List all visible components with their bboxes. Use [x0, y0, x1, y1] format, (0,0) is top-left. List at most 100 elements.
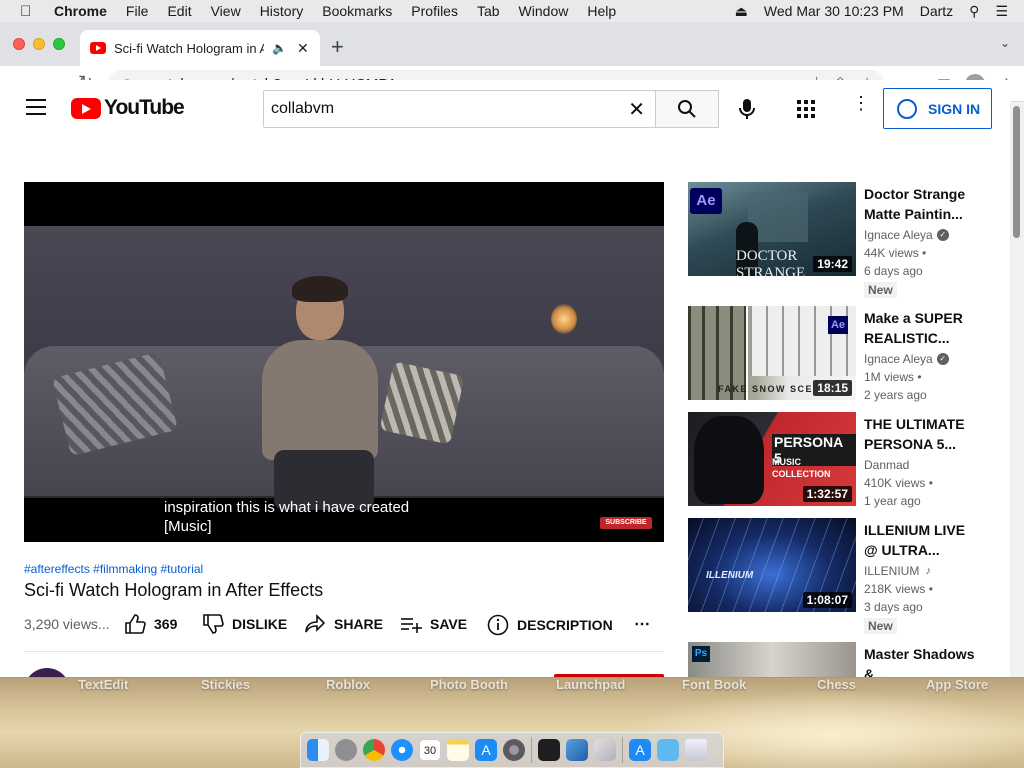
scrollbar-thumb[interactable] — [1013, 106, 1020, 238]
share-button[interactable]: SHARE — [304, 614, 383, 634]
menu-history[interactable]: History — [260, 3, 304, 19]
like-button[interactable]: 369 — [124, 614, 177, 634]
launchpad-icon[interactable] — [335, 739, 357, 761]
subscribe-watermark[interactable]: SUBSCRIBE — [600, 517, 652, 529]
subscribe-button[interactable] — [554, 674, 664, 677]
youtube-masthead: YouTube collabvm ✕ ⋮ SIGN IN — [0, 80, 1010, 136]
thumb-text: ILLENIUM — [706, 570, 754, 581]
video-thumbnail[interactable]: PERSONA 5 MUSIC COLLECTION 1:32:57 — [688, 412, 856, 506]
finder-icon[interactable] — [307, 739, 329, 761]
eject-icon[interactable]: ⏏ — [735, 3, 748, 20]
related-channel[interactable]: Ignace Aleya ✓ — [864, 228, 949, 242]
tab-search-chevron-icon[interactable]: ⌄ — [1000, 36, 1010, 50]
related-video-title[interactable]: ILLENIUM LIVE @ ULTRA... — [864, 520, 982, 560]
menu-window[interactable]: Window — [519, 3, 569, 19]
zoom-window-button[interactable] — [53, 38, 65, 50]
menu-edit[interactable]: Edit — [167, 3, 191, 19]
safari-icon[interactable] — [391, 739, 413, 761]
info-icon — [487, 614, 509, 636]
related-channel[interactable]: ILLENIUM ♪ — [864, 564, 931, 578]
calendar-icon[interactable]: 30 — [419, 739, 441, 761]
related-channel[interactable]: Ignace Aleya ✓ — [864, 352, 949, 366]
youtube-logo[interactable]: YouTube — [71, 96, 185, 120]
video-thumbnail[interactable]: Ps — [688, 642, 856, 677]
menu-app-name[interactable]: Chrome — [54, 3, 107, 19]
migration-assistant-icon[interactable] — [566, 739, 588, 761]
video-thumbnail[interactable]: ILLENIUM 1:08:07 — [688, 518, 856, 612]
related-video-title[interactable]: Master Shadows &... — [864, 644, 982, 677]
desktop-label-chess[interactable]: Chess — [817, 677, 856, 692]
related-channel[interactable]: Danmad — [864, 458, 909, 472]
related-video-item[interactable]: DOCTOR STRANGE Ae 19:42 Doctor Strange M… — [688, 182, 1008, 298]
view-count[interactable]: 3,290 views... — [24, 616, 110, 632]
voice-search-microphone-icon[interactable] — [737, 98, 757, 120]
control-center-icon[interactable]: ☰ — [995, 3, 1008, 20]
preview-icon[interactable] — [594, 739, 616, 761]
close-tab-icon[interactable]: ✕ — [297, 40, 309, 57]
search-query-text[interactable]: collabvm — [271, 100, 628, 118]
menu-user[interactable]: Dartz — [920, 3, 953, 19]
clear-search-icon[interactable]: ✕ — [628, 97, 645, 122]
channel-name[interactable]: Ignace Aleya — [864, 352, 933, 366]
related-video-title[interactable]: THE ULTIMATE PERSONA 5... — [864, 414, 982, 454]
settings-more-icon[interactable]: ⋮ — [852, 94, 870, 112]
views-text: 44K views — [864, 246, 919, 260]
menu-bookmarks[interactable]: Bookmarks — [322, 3, 392, 19]
system-preferences-icon[interactable] — [503, 739, 525, 761]
related-video-item[interactable]: FAKE SNOW SCE Ae 18:15 Make a SUPER REAL… — [688, 306, 1008, 406]
menu-profiles[interactable]: Profiles — [411, 3, 458, 19]
related-video-title[interactable]: Doctor Strange Matte Paintin... — [864, 184, 982, 224]
desktop-label-font-book[interactable]: Font Book — [682, 677, 746, 692]
search-button[interactable] — [655, 90, 719, 128]
menu-tab[interactable]: Tab — [477, 3, 500, 19]
app-store-icon[interactable]: A — [629, 739, 651, 761]
video-player[interactable]: inspiration this is what i have created … — [24, 182, 664, 542]
video-actions-row: 3,290 views... 369 DISLIKE SHARE SAVE DE… — [24, 614, 664, 638]
youtube-apps-grid-icon[interactable] — [797, 100, 815, 118]
more-actions-icon[interactable]: ⋯ — [634, 614, 650, 634]
desktop-label-roblox[interactable]: Roblox — [326, 677, 370, 692]
video-hashtags[interactable]: #aftereffects #filmmaking #tutorial — [24, 562, 203, 576]
close-window-button[interactable] — [13, 38, 25, 50]
menu-help[interactable]: Help — [587, 3, 616, 19]
notes-icon[interactable] — [447, 739, 469, 761]
desktop-label-photo-booth[interactable]: Photo Booth — [430, 677, 508, 692]
desktop-label-textedit[interactable]: TextEdit — [78, 677, 128, 692]
views-text: 1M views — [864, 370, 915, 384]
minimize-window-button[interactable] — [33, 38, 45, 50]
desktop-label-app-store[interactable]: App Store — [926, 677, 988, 692]
channel-name[interactable]: ILLENIUM — [864, 564, 919, 578]
browser-tab[interactable]: Sci-fi Watch Hologram in After Effects -… — [80, 30, 320, 66]
related-video-item[interactable]: ILLENIUM 1:08:07 ILLENIUM LIVE @ ULTRA..… — [688, 518, 1008, 634]
desktop-label-launchpad[interactable]: Launchpad — [556, 677, 625, 692]
related-video-title[interactable]: Make a SUPER REALISTIC... — [864, 308, 982, 348]
menu-clock[interactable]: Wed Mar 30 10:23 PM — [764, 3, 904, 19]
terminal-icon[interactable] — [538, 739, 560, 761]
chrome-icon[interactable] — [363, 739, 385, 761]
trash-icon[interactable] — [685, 739, 707, 761]
channel-name[interactable]: Ignace Aleya — [864, 228, 933, 242]
sign-in-button[interactable]: SIGN IN — [883, 88, 992, 129]
channel-name[interactable]: Danmad — [864, 458, 909, 472]
app-store-icon[interactable]: A — [475, 739, 497, 761]
search-input[interactable]: collabvm ✕ — [263, 90, 656, 128]
new-tab-icon[interactable]: + — [331, 34, 344, 60]
downloads-folder-icon[interactable] — [657, 739, 679, 761]
menu-view[interactable]: View — [211, 3, 241, 19]
related-video-item[interactable]: PERSONA 5 MUSIC COLLECTION 1:32:57 THE U… — [688, 412, 1008, 512]
page-scrollbar[interactable] — [1010, 102, 1024, 677]
guide-menu-icon[interactable] — [26, 99, 46, 120]
menu-file[interactable]: File — [126, 3, 149, 19]
spotlight-search-icon[interactable]: ⚲ — [969, 3, 979, 20]
apple-menu-icon[interactable]:  — [20, 3, 38, 20]
thumb-subtext: MUSIC COLLECTION — [772, 457, 831, 479]
desktop-label-stickies[interactable]: Stickies — [201, 677, 250, 692]
video-thumbnail[interactable]: DOCTOR STRANGE Ae 19:42 — [688, 182, 856, 276]
description-button[interactable]: DESCRIPTION — [487, 614, 613, 636]
related-video-item[interactable]: Ps Master Shadows &... — [688, 642, 1008, 677]
save-button[interactable]: SAVE — [400, 614, 467, 634]
audio-playing-icon[interactable]: 🔈 — [272, 41, 287, 55]
dislike-button[interactable]: DISLIKE — [202, 614, 287, 634]
video-thumbnail[interactable]: FAKE SNOW SCE Ae 18:15 — [688, 306, 856, 400]
channel-avatar[interactable] — [24, 668, 70, 677]
